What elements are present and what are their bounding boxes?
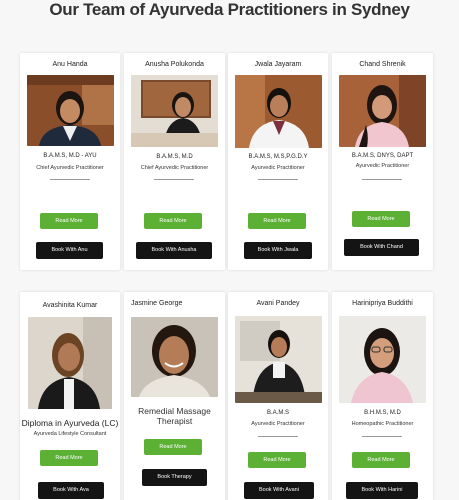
divider [362, 179, 402, 180]
practitioner-card: Avashinita Kumar Diploma in Ayurveda (LC… [20, 292, 120, 500]
practitioner-photo [235, 75, 322, 148]
book-button[interactable]: Book With Chand [344, 239, 419, 256]
read-more-button[interactable]: Read More [40, 213, 98, 229]
practitioner-name: Harinipriya Buddithi [352, 300, 413, 307]
divider [154, 179, 194, 180]
practitioner-role: Ayurvedic Practitioner [355, 163, 410, 169]
read-more-button[interactable]: Read More [40, 450, 98, 466]
practitioner-role: Ayurvedic Practitioner [251, 421, 305, 427]
book-button[interactable]: Book With Anu [36, 242, 103, 259]
practitioner-name: Anu Handa [52, 61, 88, 68]
practitioner-credentials: B.A.M.S, DNYS, DAPT [351, 153, 414, 159]
practitioner-credentials: B.A.M.S, M.S,P.G.D.Y [248, 154, 308, 160]
read-more-button[interactable]: Read More [352, 452, 410, 468]
practitioner-card: Avani Pandey B.A.M.S Ayurvedic Practitio… [228, 292, 328, 500]
practitioner-photo [131, 317, 218, 397]
practitioner-role: Chief Ayurvedic Practitioner [140, 165, 209, 171]
practitioner-role: Ayurvedic Practitioner [251, 165, 305, 171]
practitioner-photo [235, 316, 322, 403]
practitioner-role: Remedial Massage Therapist [138, 406, 211, 426]
practitioner-name: Anusha Polukonda [145, 61, 204, 68]
practitioner-card: Jwala Jayaram B.A.M.S, M.S,P.G.D.Y Ayurv… [228, 53, 328, 270]
practitioner-role: Ayurveda Lifestyle Consultant [33, 431, 107, 437]
practitioner-name: Avashinita Kumar [42, 302, 98, 309]
read-more-button[interactable]: Read More [352, 211, 410, 227]
practitioner-credentials: B.H.M.S, M.D [364, 410, 401, 416]
practitioner-role: Homeopathic Practitioner [351, 421, 414, 427]
practitioner-name: Chand Shrenik [359, 61, 406, 68]
practitioner-role: Chief Ayurvedic Practitioner [36, 165, 104, 171]
practitioner-photo [339, 316, 426, 403]
practitioner-photo [27, 75, 114, 146]
practitioner-card: Anusha Polukonda B.A.M.S, M.D Chief Ayur… [124, 53, 225, 270]
practitioner-photo [339, 75, 426, 147]
page-title: Our Team of Ayurveda Practitioners in Sy… [49, 0, 410, 19]
practitioner-card: Harinipriya Buddithi B.H.M.S, M.D Homeop… [332, 292, 433, 500]
practitioner-name: Jwala Jayaram [254, 61, 302, 68]
read-more-button[interactable]: Read More [248, 213, 306, 229]
book-button[interactable]: Book With Harini [346, 482, 418, 499]
divider [258, 179, 298, 180]
divider [362, 436, 402, 437]
practitioner-card: Anu Handa B.A.M.S, M.D - AYU Chief Ayurv… [20, 53, 120, 270]
book-button[interactable]: Book With Anusha [136, 242, 212, 259]
practitioner-card: Jasmine George Remedial Massage Therapis… [124, 292, 225, 500]
practitioner-card: Chand Shrenik B.A.M.S, DNYS, DAPT Ayurve… [332, 53, 433, 270]
practitioner-name: Jasmine George [131, 300, 183, 307]
divider [50, 179, 90, 180]
read-more-button[interactable]: Read More [248, 452, 306, 468]
book-button[interactable]: Book With Ava [38, 482, 104, 499]
practitioner-photo [28, 317, 112, 409]
divider [258, 436, 298, 437]
practitioner-credentials: B.A.M.S [266, 410, 289, 416]
book-button[interactable]: Book Therapy [142, 469, 207, 486]
practitioner-photo [131, 75, 218, 147]
book-button[interactable]: Book With Jwala [244, 242, 312, 259]
practitioner-credentials: Diploma in Ayurveda (LC) [21, 418, 119, 428]
practitioner-credentials: B.A.M.S, M.D [156, 154, 193, 160]
read-more-button[interactable]: Read More [144, 213, 202, 229]
book-button[interactable]: Book With Avani [244, 482, 314, 499]
practitioner-name: Avani Pandey [256, 300, 300, 307]
read-more-button[interactable]: Read More [144, 439, 202, 455]
practitioner-credentials: B.A.M.S, M.D - AYU [43, 153, 97, 159]
